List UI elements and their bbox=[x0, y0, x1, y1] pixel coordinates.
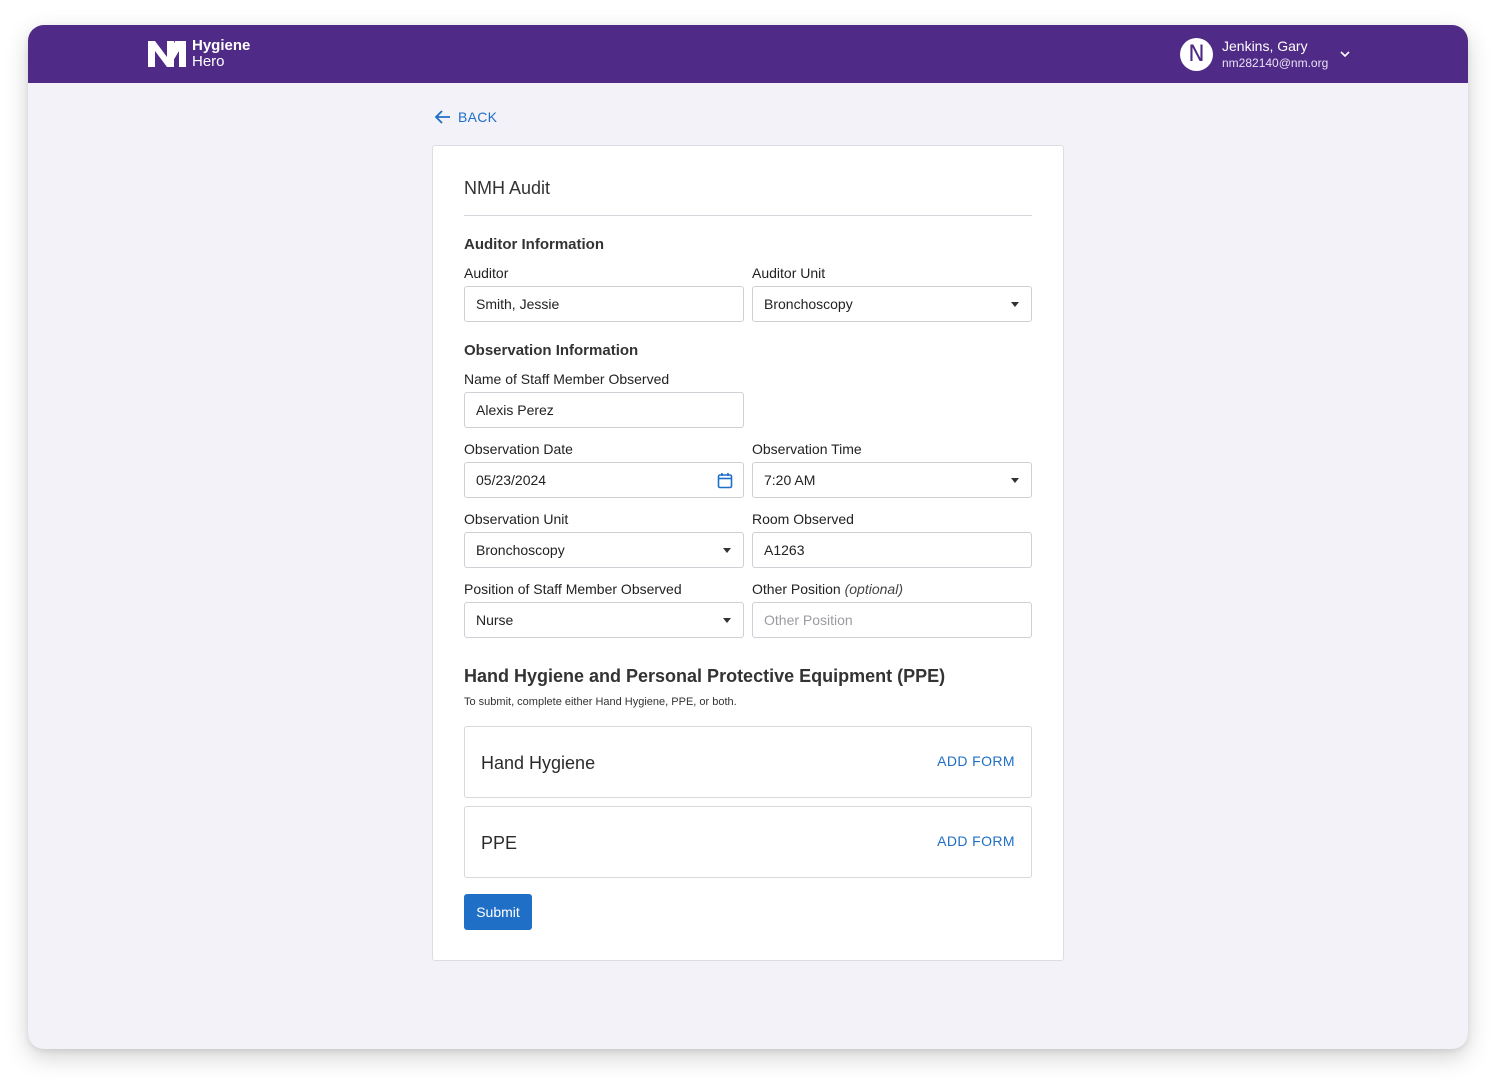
auditor-section-heading: Auditor Information bbox=[464, 236, 604, 253]
avatar[interactable]: N bbox=[1180, 37, 1213, 71]
other-position-label-text: Other Position bbox=[752, 581, 841, 597]
other-position-label: Other Position (optional) bbox=[752, 581, 903, 597]
hand-hygiene-add-form-button[interactable]: ADD FORM bbox=[937, 753, 1015, 769]
staff-name-input[interactable] bbox=[476, 402, 743, 418]
dropdown-caret-icon bbox=[1011, 478, 1019, 483]
user-name: Jenkins, Gary bbox=[1222, 38, 1308, 54]
nm-logo-icon bbox=[148, 41, 186, 67]
staff-name-label: Name of Staff Member Observed bbox=[464, 371, 670, 387]
hygiene-section-subtext: To submit, complete either Hand Hygiene,… bbox=[464, 696, 737, 708]
auditor-label: Auditor bbox=[464, 265, 509, 281]
room-observed-label: Room Observed bbox=[752, 511, 854, 527]
observation-time-value: 7:20 AM bbox=[764, 472, 816, 488]
top-navigation-bar: Hygiene Hero N Jenkins, Gary nm282140@nm… bbox=[28, 25, 1468, 83]
dropdown-caret-icon bbox=[723, 548, 731, 553]
auditor-unit-label: Auditor Unit bbox=[752, 265, 826, 281]
observation-time-label: Observation Time bbox=[752, 441, 862, 457]
ppe-title: PPE bbox=[481, 833, 518, 853]
staff-position-label: Position of Staff Member Observed bbox=[464, 581, 682, 597]
user-menu[interactable]: N Jenkins, Gary nm282140@nm.org bbox=[1180, 37, 1352, 71]
user-info: Jenkins, Gary nm282140@nm.org bbox=[1222, 37, 1328, 71]
ppe-add-form-button[interactable]: ADD FORM bbox=[937, 833, 1015, 849]
chevron-down-icon[interactable] bbox=[1338, 47, 1352, 61]
app-window: Hygiene Hero N Jenkins, Gary nm282140@nm… bbox=[28, 25, 1468, 1049]
title-divider bbox=[464, 215, 1032, 216]
observation-section-heading: Observation Information bbox=[464, 342, 639, 359]
optional-tag: (optional) bbox=[844, 581, 903, 597]
staff-position-select[interactable]: Nurse bbox=[464, 602, 744, 638]
staff-name-field[interactable] bbox=[464, 392, 744, 428]
hand-hygiene-card: Hand Hygiene ADD FORM bbox=[464, 726, 1032, 798]
calendar-icon[interactable] bbox=[717, 472, 733, 489]
dropdown-caret-icon bbox=[1011, 302, 1019, 307]
auditor-unit-select[interactable]: Bronchoscopy bbox=[752, 286, 1032, 322]
other-position-input[interactable] bbox=[764, 612, 1031, 628]
hand-hygiene-title: Hand Hygiene bbox=[481, 753, 596, 773]
observation-unit-value: Bronchoscopy bbox=[476, 542, 565, 558]
observation-time-select[interactable]: 7:20 AM bbox=[752, 462, 1032, 498]
back-link[interactable]: BACK bbox=[434, 109, 497, 125]
room-observed-field[interactable] bbox=[752, 532, 1032, 568]
ppe-card: PPE ADD FORM bbox=[464, 806, 1032, 878]
room-observed-input[interactable] bbox=[764, 542, 1031, 558]
dropdown-caret-icon bbox=[723, 618, 731, 623]
page-title: NMH Audit bbox=[464, 178, 551, 198]
observation-unit-label: Observation Unit bbox=[464, 511, 569, 527]
back-label: BACK bbox=[458, 109, 498, 125]
logo-line-2: Hero bbox=[192, 53, 225, 70]
observation-unit-select[interactable]: Bronchoscopy bbox=[464, 532, 744, 568]
app-logo[interactable]: Hygiene Hero bbox=[147, 38, 250, 70]
submit-button[interactable]: Submit bbox=[464, 894, 532, 930]
observation-date-input[interactable] bbox=[476, 472, 743, 488]
audit-form-card: NMH Audit Auditor Information Auditor Au… bbox=[432, 145, 1064, 961]
logo-line-1: Hygiene bbox=[192, 37, 251, 54]
other-position-field[interactable] bbox=[752, 602, 1032, 638]
auditor-input[interactable] bbox=[476, 296, 743, 312]
observation-date-label: Observation Date bbox=[464, 441, 573, 457]
hygiene-section-heading: Hand Hygiene and Personal Protective Equ… bbox=[464, 666, 946, 686]
auditor-field[interactable] bbox=[464, 286, 744, 322]
auditor-unit-value: Bronchoscopy bbox=[764, 296, 853, 312]
logo-text: Hygiene Hero bbox=[192, 38, 250, 70]
observation-date-field[interactable] bbox=[464, 462, 744, 498]
user-email: nm282140@nm.org bbox=[1222, 56, 1329, 70]
arrow-left-icon bbox=[434, 110, 450, 124]
staff-position-value: Nurse bbox=[476, 612, 514, 628]
